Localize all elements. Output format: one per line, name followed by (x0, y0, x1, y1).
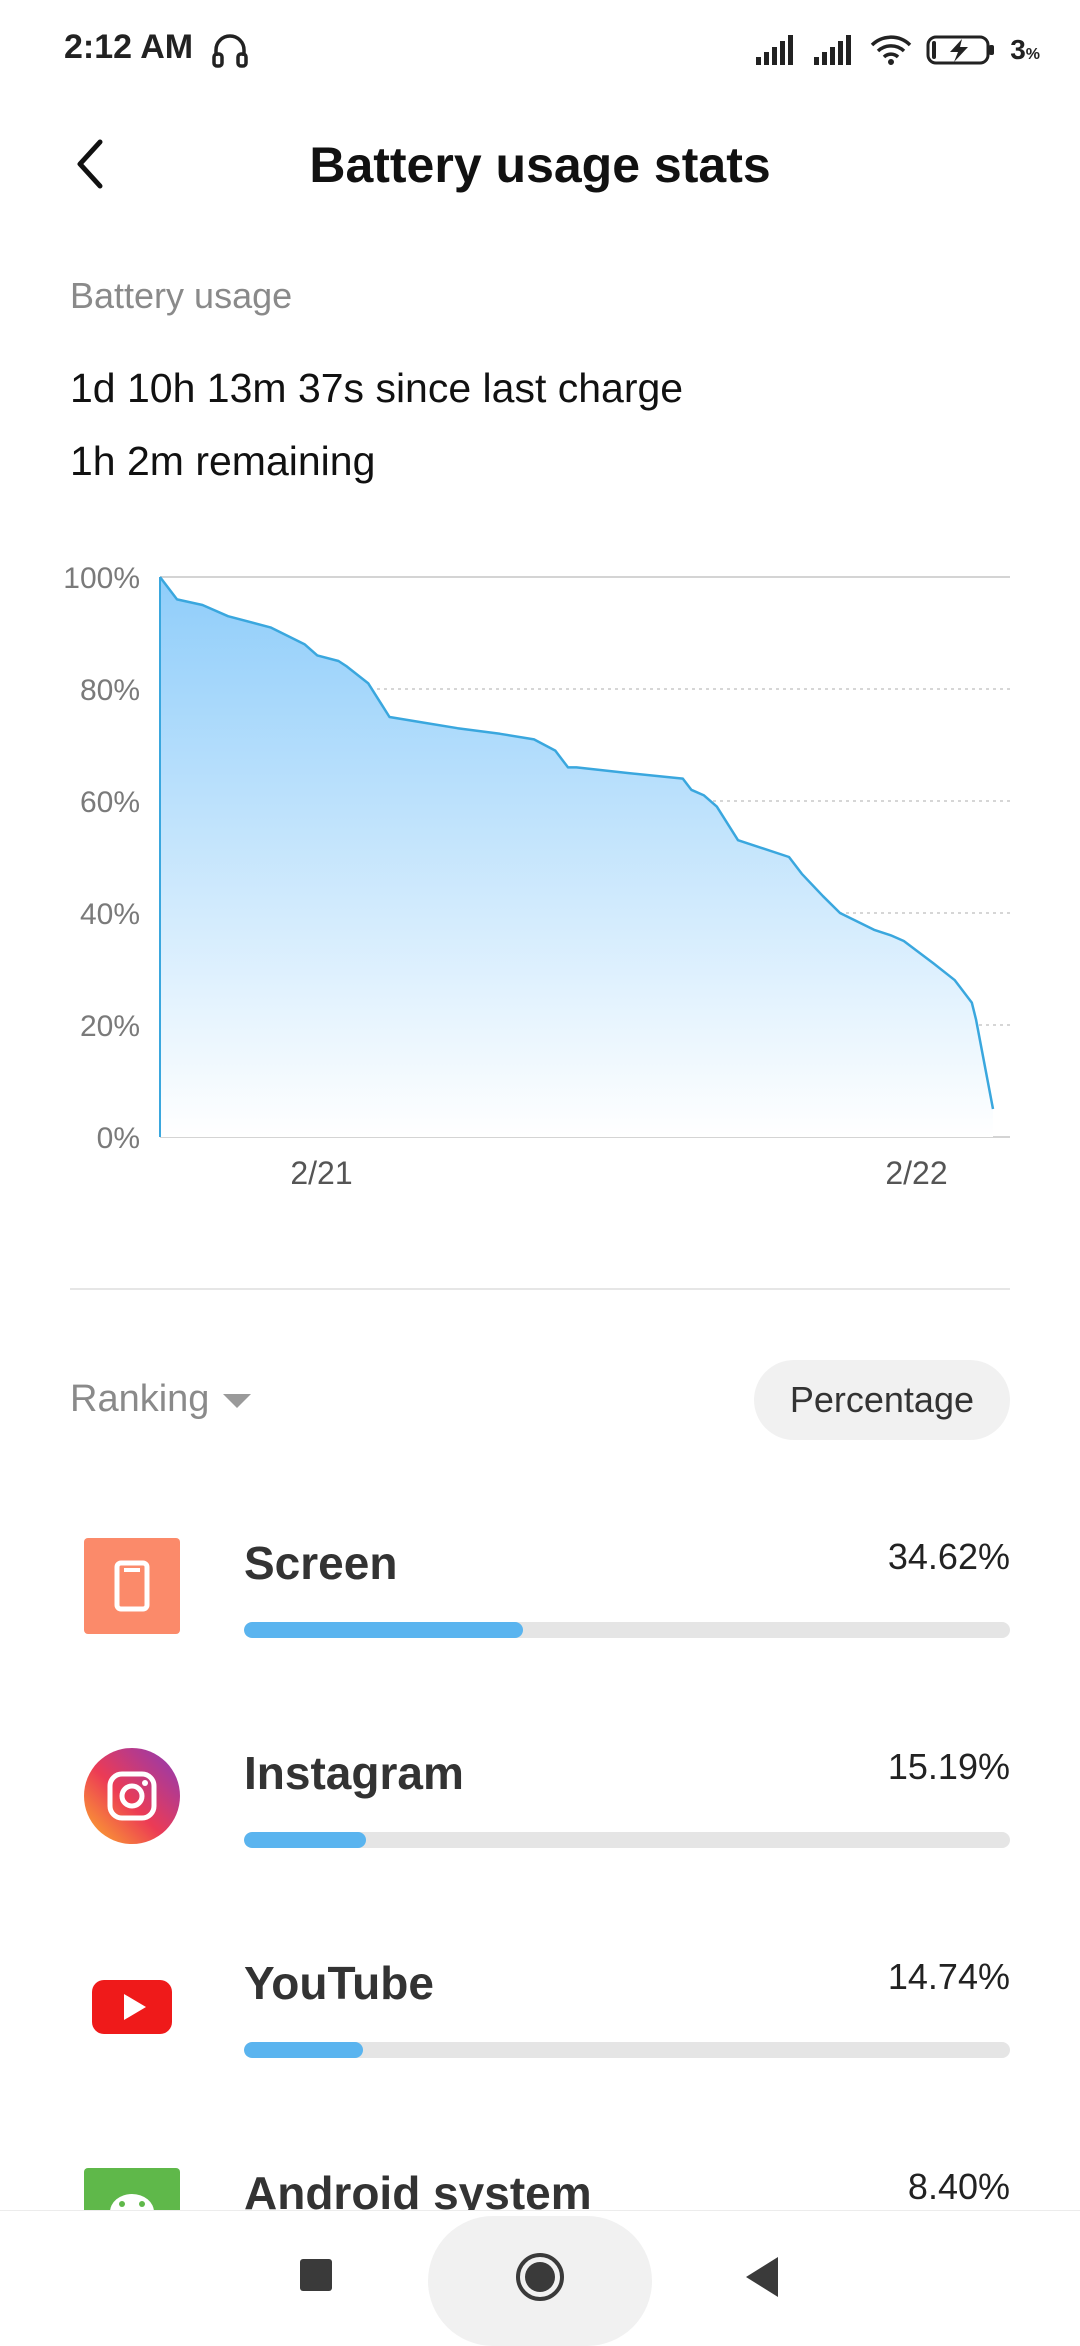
battery-percent: 3% (1010, 34, 1040, 66)
instagram-icon (84, 1748, 180, 1844)
battery-charging-icon (926, 34, 996, 66)
app-name: Screen (244, 1537, 398, 1589)
time-remaining: 1h 2m remaining (70, 438, 376, 484)
home-icon[interactable] (514, 2251, 566, 2303)
since-last-charge: 1d 10h 13m 37s since last charge (70, 365, 684, 411)
android-system-icon (84, 2168, 180, 2210)
navigation-bar (0, 2210, 1080, 2346)
ranking-label: Ranking (70, 1378, 210, 1420)
app-percent: 34.62% (887, 1536, 1010, 1577)
ranking-dropdown[interactable]: Ranking (70, 1378, 252, 1421)
y-tick-label: 100% (63, 562, 140, 595)
battery-chart: 100% 80% 60% 40% 20% 0% 2/21 2/22 (63, 562, 1010, 1191)
status-bar: 2:12 AM 3% (0, 0, 1080, 100)
app-percent: 8.40% (907, 2166, 1010, 2207)
signal-2-icon (812, 35, 856, 65)
list-item[interactable]: YouTube 14.74% (0, 1920, 1080, 2120)
x-tick-label: 2/21 (290, 1155, 352, 1191)
app-name: Android system (244, 2167, 592, 2210)
status-indicators: 3% (754, 30, 1040, 70)
y-tick-label: 20% (80, 1010, 140, 1043)
y-tick-label: 40% (80, 898, 140, 931)
recents-icon[interactable] (300, 2259, 332, 2291)
page-title: Battery usage stats (309, 137, 771, 193)
x-tick-label: 2/22 (885, 1155, 947, 1191)
app-usage-list: Screen 34.62% Instagram 15.19% YouTube 1… (0, 1500, 1080, 2210)
app-name: YouTube (244, 1957, 434, 2009)
app-percent: 15.19% (887, 1746, 1010, 1787)
battery-percent-unit: % (1025, 46, 1040, 63)
usage-bar (244, 1832, 1010, 1848)
battery-percent-value: 3 (1010, 34, 1026, 65)
headset-icon (210, 30, 250, 70)
signal-1-icon (754, 35, 798, 65)
usage-bar-fill (244, 1832, 367, 1848)
divider (70, 1288, 1010, 1290)
youtube-icon (84, 1958, 180, 2054)
list-item[interactable]: Android system 8.40% (0, 2130, 1080, 2210)
app-name: Instagram (244, 1747, 464, 1799)
usage-bar (244, 1622, 1010, 1638)
wifi-icon (870, 34, 912, 66)
y-tick-label: 60% (80, 786, 140, 819)
list-item[interactable]: Screen 34.62% (0, 1500, 1080, 1700)
app-percent: 14.74% (887, 1956, 1010, 1997)
status-time: 2:12 AM (64, 28, 194, 66)
percentage-button[interactable]: Percentage (753, 1360, 1010, 1440)
list-item[interactable]: Instagram 15.19% (0, 1710, 1080, 1910)
usage-bar-fill (244, 2042, 363, 2058)
screen-icon (84, 1538, 180, 1634)
caret-down-icon (223, 1393, 252, 1408)
battery-area (160, 577, 993, 1137)
back-icon[interactable] (742, 2255, 782, 2299)
section-label: Battery usage (70, 275, 293, 316)
usage-bar (244, 2042, 1010, 2058)
usage-bar-fill (244, 1622, 524, 1638)
y-tick-label: 0% (97, 1122, 140, 1155)
y-tick-label: 80% (80, 674, 140, 707)
header: Battery usage stats (0, 110, 1080, 220)
